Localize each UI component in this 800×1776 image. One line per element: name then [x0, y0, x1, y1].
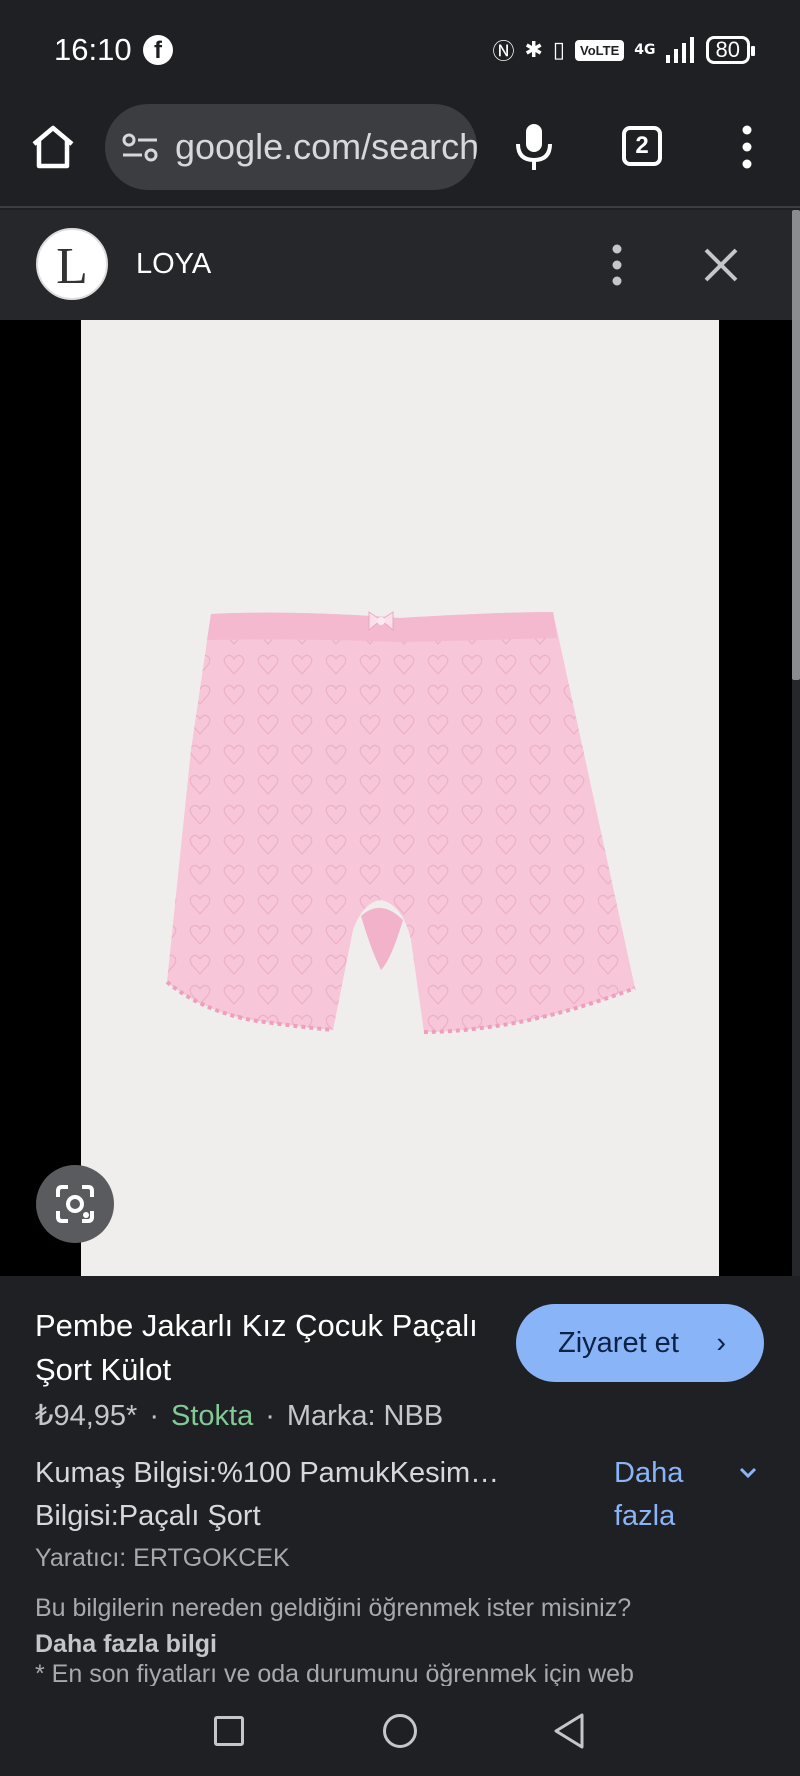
- microphone-icon[interactable]: [512, 122, 556, 172]
- more-options-icon[interactable]: [602, 242, 632, 288]
- battery-indicator: 80: [705, 36, 756, 64]
- source-question: Bu bilgilerin nereden geldiğini öğrenmek…: [35, 1594, 632, 1622]
- product-price: ₺94,95*: [35, 1400, 138, 1432]
- facebook-icon: f: [143, 35, 173, 65]
- learn-more-link[interactable]: Daha fazla bilgi: [35, 1630, 217, 1658]
- source-info: Bu bilgilerin nereden geldiğini öğrenmek…: [35, 1590, 765, 1662]
- image-viewer[interactable]: [0, 320, 792, 1276]
- close-icon[interactable]: [700, 244, 742, 286]
- address-bar[interactable]: google.com/search: [105, 104, 477, 190]
- chevron-right-icon: ›: [716, 1327, 726, 1359]
- creator-credit: Yaratıcı: ERTGOKCEK: [35, 1544, 290, 1572]
- price-footnote: * En son fiyatları ve oda durumunu öğren…: [35, 1660, 634, 1688]
- product-shorts-illustration: [165, 611, 636, 1034]
- product-brand: Marka: NBB: [286, 1400, 444, 1432]
- browser-toolbar: google.com/search 2: [0, 100, 800, 208]
- source-name[interactable]: LOYA: [136, 248, 211, 281]
- source-header: L LOYA: [0, 210, 792, 320]
- home-icon[interactable]: [28, 122, 78, 172]
- google-lens-button[interactable]: [36, 1165, 114, 1243]
- product-meta: ₺94,95* · Stokta · Marka: NBB: [35, 1400, 444, 1432]
- scrollbar-thumb[interactable]: [792, 210, 800, 680]
- site-settings-icon[interactable]: [121, 128, 161, 168]
- stock-status: Stokta: [170, 1400, 254, 1432]
- visit-button[interactable]: Ziyaret et ›: [516, 1304, 764, 1382]
- url-text: google.com/search: [175, 126, 477, 167]
- chevron-down-icon[interactable]: [736, 1460, 760, 1484]
- network-type: 4G: [634, 42, 656, 58]
- status-bar: 16:10 f Ⓝ ✱ ▯ VoLTE 4G 80: [0, 0, 800, 100]
- lens-icon: [56, 1185, 94, 1223]
- volte-badge: VoLTE: [575, 39, 625, 61]
- bluetooth-icon: ✱: [524, 37, 543, 63]
- status-icons: Ⓝ ✱ ▯ VoLTE 4G 80: [492, 34, 756, 66]
- recents-button[interactable]: [214, 1716, 244, 1746]
- back-icon[interactable]: [552, 1712, 586, 1750]
- overflow-menu-icon[interactable]: [732, 122, 762, 172]
- source-logo[interactable]: L: [36, 228, 108, 300]
- scrollbar-track: [792, 680, 800, 1276]
- visit-button-label: Ziyaret et: [558, 1327, 679, 1359]
- nfc-icon: Ⓝ: [492, 40, 515, 65]
- tab-switcher-button[interactable]: 2: [622, 126, 662, 166]
- product-title[interactable]: Pembe Jakarlı Kız Çocuk Paçalı Şort Külo…: [35, 1304, 495, 1392]
- home-nav-button[interactable]: [383, 1714, 417, 1748]
- product-description: Kumaş Bilgisi:%100 PamukKesim… Bilgisi:P…: [35, 1457, 500, 1532]
- product-info-panel: Pembe Jakarlı Kız Çocuk Paçalı Şort Külo…: [0, 1276, 800, 1688]
- status-time: 16:10: [54, 32, 132, 67]
- product-image[interactable]: [81, 320, 719, 1276]
- signal-icon: [665, 37, 694, 63]
- vibrate-icon: ▯: [552, 37, 566, 63]
- more-details-button[interactable]: Daha fazla: [614, 1452, 704, 1538]
- system-nav-bar: [0, 1686, 800, 1776]
